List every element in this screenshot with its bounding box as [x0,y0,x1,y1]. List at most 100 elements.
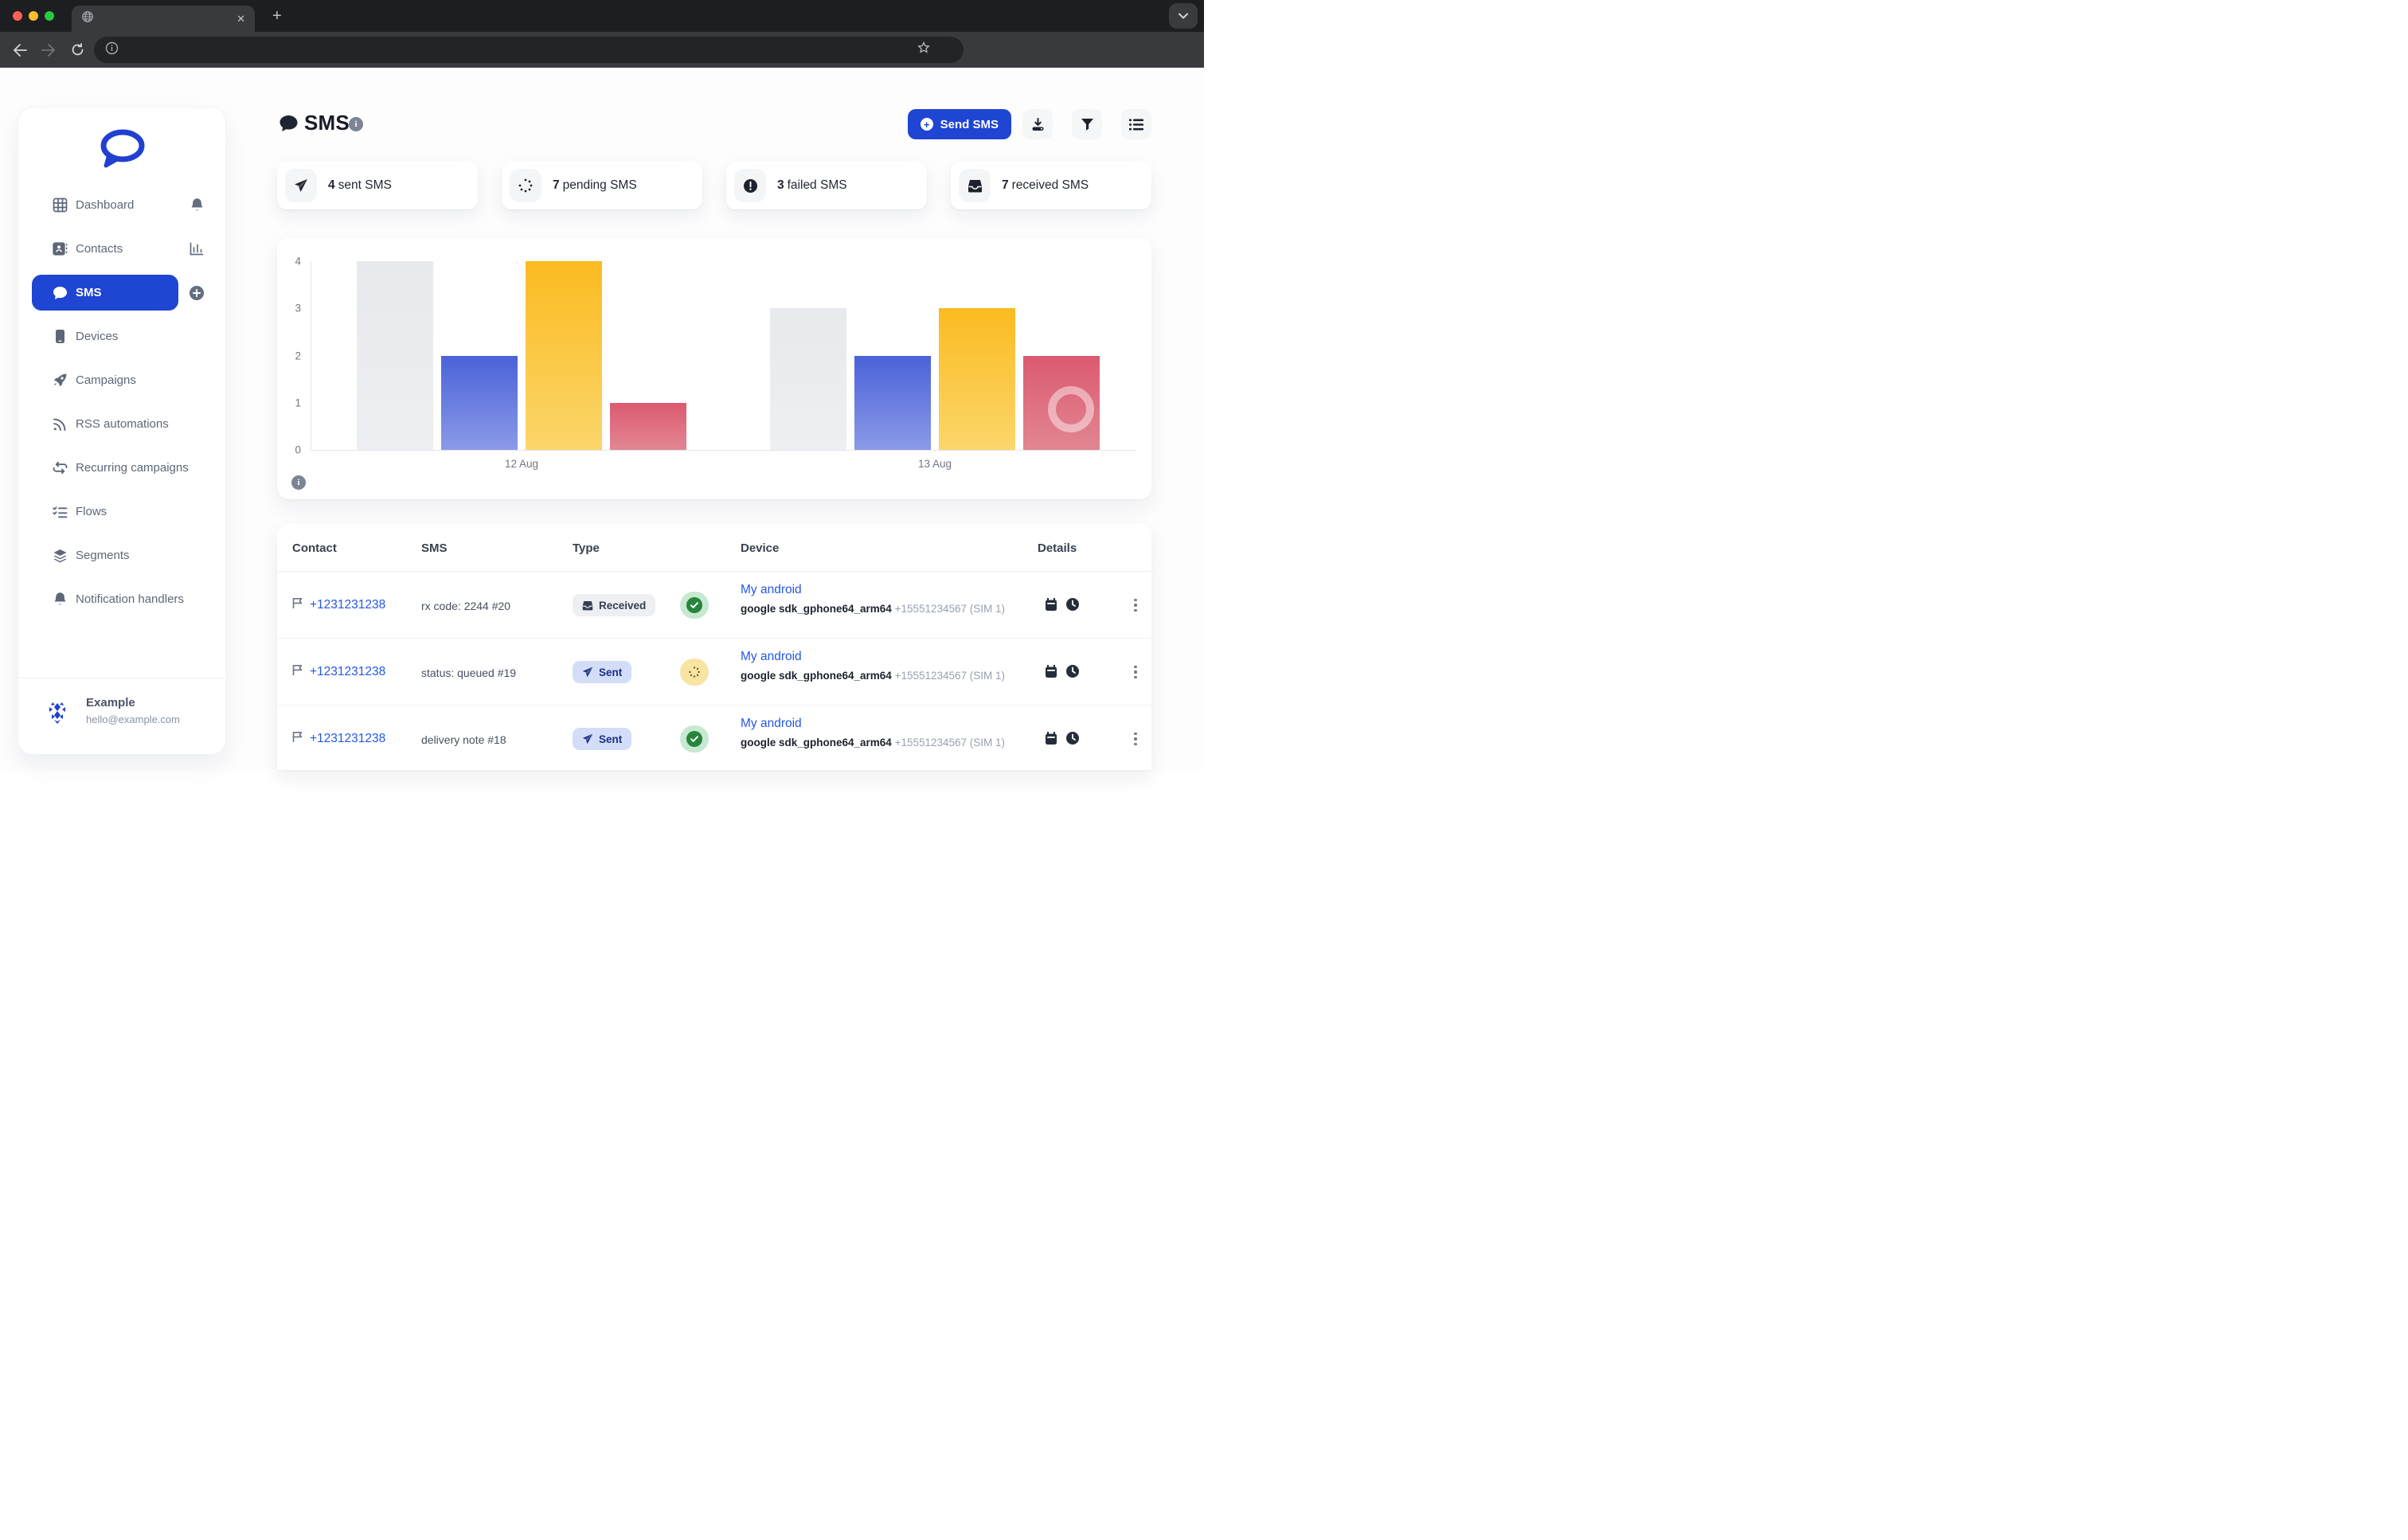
inbox-icon [582,600,593,611]
calendar-icon[interactable] [1045,598,1057,616]
browser-tab[interactable]: ✕ [72,6,255,32]
stat-value: 4 [328,178,335,192]
reload-icon[interactable] [68,41,86,59]
forward-icon[interactable] [40,41,57,59]
stat-value: 7 [553,178,560,192]
zoom-window-button[interactable] [45,11,54,21]
stat-card-failed: 3 failed SMS [726,162,927,209]
table-row: +1231231238 status: queued #19 Sent My a… [277,639,1151,706]
sidebar-item-campaigns[interactable]: Campaigns [18,358,225,402]
table-row: +1231231238 rx code: 2244 #20 Received M… [277,572,1151,639]
y-tick-label: 3 [280,303,301,315]
paper-plane-icon [285,169,317,202]
contact-link[interactable]: +1231231238 [310,732,385,746]
close-window-button[interactable] [13,11,22,21]
device-link[interactable]: My android [741,717,802,730]
plus-circle-icon[interactable] [189,285,205,301]
clock-icon[interactable] [1065,731,1080,749]
browser-titlebar: ✕ + [0,0,1204,32]
sidebar-item-label: Contacts [76,242,123,256]
table-row: +1231231238 delivery note #18 Sent My an… [277,706,1151,770]
bookmark-star-icon[interactable] [917,41,930,58]
device-number: +15551234567 (SIM 1) [895,670,1005,682]
address-bar[interactable] [94,37,964,63]
device-cell: My android google sdk_gphone64_arm64 +15… [741,583,1005,615]
row-menu-kebab-icon[interactable] [1126,728,1145,750]
sidebar-item-label: Devices [76,330,118,343]
type-badge-sent: Sent [573,661,631,683]
bar-chart-icon[interactable] [189,241,205,257]
details-cell [1045,597,1080,616]
sidebar-item-segments[interactable]: Segments [18,534,225,577]
sidebar-item-label: Dashboard [76,198,134,212]
sidebar-item-sms[interactable]: SMS [18,271,225,315]
tab-search-chevron-icon[interactable] [1169,3,1198,29]
device-number: +15551234567 (SIM 1) [895,737,1005,749]
status-pending-icon [680,659,709,686]
site-info-icon[interactable] [105,41,119,59]
list-view-button[interactable] [1121,109,1151,139]
stat-label: pending SMS [563,178,637,192]
clock-icon[interactable] [1065,597,1080,616]
stat-label: failed SMS [788,178,847,192]
bar-received-13-aug [770,308,846,450]
stat-text: 3 failed SMS [777,178,847,193]
bell-icon [52,592,68,608]
type-badge-sent: Sent [573,728,631,750]
flag-icon [292,731,303,747]
column-header-sms: SMS [421,541,448,555]
checklist-icon [52,504,68,520]
row-menu-kebab-icon[interactable] [1126,594,1145,616]
bar-sent-13-aug [854,356,931,451]
details-cell [1045,731,1080,749]
user-profile[interactable]: Example hello@example.com [18,689,225,737]
type-label: Sent [599,666,622,678]
contact-link[interactable]: +1231231238 [310,598,385,612]
sidebar-item-flows[interactable]: Flows [18,490,225,534]
sidebar-item-recurring-campaigns[interactable]: Recurring campaigns [18,446,225,490]
stat-card-sent: 4sent SMS [277,162,478,209]
screen: ✕ + [0,0,1204,770]
sidebar: Dashboard Contacts [18,107,225,754]
stat-text: 7received SMS [1002,178,1089,193]
device-link[interactable]: My android [741,583,802,596]
sms-table: Contact SMS Type Device Details +1231231… [277,524,1151,770]
details-cell [1045,664,1080,682]
tab-close-icon[interactable]: ✕ [236,14,245,24]
sidebar-item-notification-handlers[interactable]: Notification handlers [18,577,225,621]
device-sub: google sdk_gphone64_arm64 +15551234567 (… [741,670,1005,682]
export-download-button[interactable] [1022,109,1053,139]
sidebar-item-devices[interactable]: Devices [18,315,225,358]
clock-icon[interactable] [1065,664,1080,682]
bell-icon[interactable] [189,197,205,213]
sidebar-item-contacts[interactable]: Contacts [18,227,225,271]
chart-info-icon[interactable]: i [291,475,306,490]
bar-failed-12-aug [610,403,686,450]
contact-link[interactable]: +1231231238 [310,665,385,679]
send-sms-button[interactable]: + Send SMS [908,109,1011,139]
alert-circle-icon [734,169,766,202]
row-menu-kebab-icon[interactable] [1126,661,1145,683]
info-icon[interactable]: i [349,117,363,131]
sidebar-item-label: Campaigns [76,373,136,387]
page-header: SMS i + Send SMS [277,109,1151,139]
new-tab-button[interactable]: + [272,8,282,24]
device-link[interactable]: My android [741,650,802,663]
minimize-window-button[interactable] [29,11,38,21]
column-header-contact: Contact [292,541,337,555]
filter-button[interactable] [1072,109,1102,139]
y-tick-label: 4 [280,256,301,268]
type-label: Received [599,600,646,612]
sidebar-item-dashboard[interactable]: Dashboard [18,183,225,227]
plus-icon: + [921,118,933,131]
sidebar-item-rss-automations[interactable]: RSS automations [18,402,225,446]
device-number: +15551234567 (SIM 1) [895,603,1005,615]
stat-value: 3 [777,178,784,192]
main-content: SMS i + Send SMS [277,68,1151,770]
back-icon[interactable] [11,41,29,59]
calendar-icon[interactable] [1045,732,1057,749]
stat-value: 7 [1002,178,1009,192]
sidebar-item-label: Notification handlers [76,592,184,606]
bar-pending-12-aug [526,261,602,450]
calendar-icon[interactable] [1045,665,1057,682]
